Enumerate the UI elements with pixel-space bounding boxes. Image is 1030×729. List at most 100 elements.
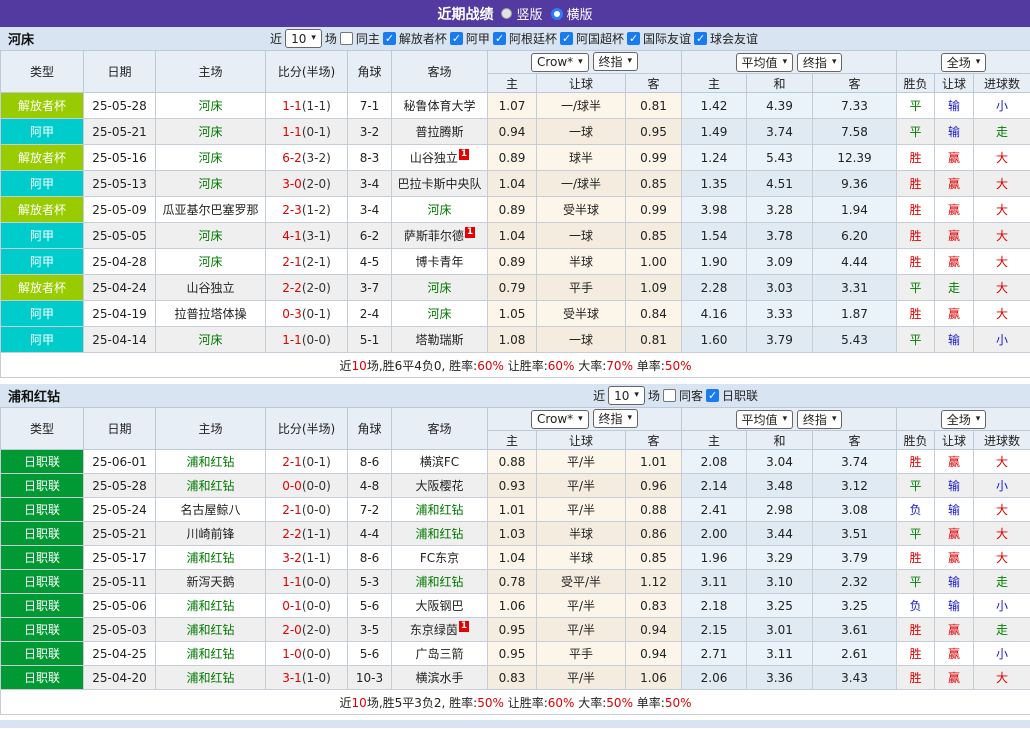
- home-team-cell[interactable]: 浦和红钻: [156, 546, 266, 570]
- league-cell[interactable]: 阿甲: [1, 171, 84, 197]
- league-cell[interactable]: 阿甲: [1, 301, 84, 327]
- home-team-cell[interactable]: 浦和红钻: [156, 618, 266, 642]
- home-team-cell[interactable]: 山谷独立: [156, 275, 266, 301]
- score-cell[interactable]: 1-1(0-0): [266, 570, 348, 594]
- score-cell[interactable]: 2-2(1-1): [266, 522, 348, 546]
- away-team-cell[interactable]: 大阪樱花: [392, 474, 488, 498]
- away-team-cell[interactable]: 萨斯菲尔德1: [392, 223, 488, 249]
- home-team-cell[interactable]: 河床: [156, 327, 266, 353]
- average-select[interactable]: 平均值▾: [736, 53, 794, 72]
- score-cell[interactable]: 0-1(0-0): [266, 594, 348, 618]
- score-cell[interactable]: 1-1(0-1): [266, 119, 348, 145]
- bookmaker-select[interactable]: Crow*▾: [531, 410, 589, 429]
- score-cell[interactable]: 3-2(1-1): [266, 546, 348, 570]
- league-cell[interactable]: 阿甲: [1, 223, 84, 249]
- period-select[interactable]: 全场▾: [941, 410, 987, 429]
- home-team-cell[interactable]: 河床: [156, 249, 266, 275]
- away-team-cell[interactable]: 浦和红钻: [392, 522, 488, 546]
- period-select[interactable]: 全场▾: [941, 53, 987, 72]
- games-count-select[interactable]: 10▾: [608, 386, 645, 405]
- away-team-cell[interactable]: 博卡青年: [392, 249, 488, 275]
- league-cell[interactable]: 解放者杯: [1, 145, 84, 171]
- radio-vertical-layout[interactable]: 竖版: [501, 4, 542, 23]
- league-cell[interactable]: 阿甲: [1, 119, 84, 145]
- away-team-cell[interactable]: 普拉腾斯: [392, 119, 488, 145]
- away-team-cell[interactable]: 广岛三箭: [392, 642, 488, 666]
- league-cell[interactable]: 日职联: [1, 642, 84, 666]
- score-cell[interactable]: 1-1(1-1): [266, 93, 348, 119]
- odds-stage-select[interactable]: 终指▾: [593, 409, 639, 428]
- score-cell[interactable]: 2-2(2-0): [266, 275, 348, 301]
- away-team-cell[interactable]: 河床: [392, 301, 488, 327]
- home-team-cell[interactable]: 浦和红钻: [156, 474, 266, 498]
- league-checkbox[interactable]: ✓: [694, 32, 707, 45]
- home-team-cell[interactable]: 浦和红钻: [156, 450, 266, 474]
- score-cell[interactable]: 2-0(2-0): [266, 618, 348, 642]
- league-cell[interactable]: 日职联: [1, 498, 84, 522]
- away-team-cell[interactable]: 山谷独立1: [392, 145, 488, 171]
- home-team-cell[interactable]: 河床: [156, 223, 266, 249]
- home-team-cell[interactable]: 川崎前锋: [156, 522, 266, 546]
- league-checkbox[interactable]: ✓: [383, 32, 396, 45]
- away-team-cell[interactable]: 秘鲁体育大学: [392, 93, 488, 119]
- radio-horizontal-layout[interactable]: 横版: [551, 4, 593, 23]
- away-team-cell[interactable]: 河床: [392, 275, 488, 301]
- league-cell[interactable]: 日职联: [1, 522, 84, 546]
- league-checkbox[interactable]: ✓: [560, 32, 573, 45]
- odds-stage-select[interactable]: 终指▾: [593, 52, 639, 71]
- score-cell[interactable]: 1-1(0-0): [266, 327, 348, 353]
- league-cell[interactable]: 日职联: [1, 570, 84, 594]
- home-team-cell[interactable]: 新泻天鹅: [156, 570, 266, 594]
- league-checkbox[interactable]: ✓: [627, 32, 640, 45]
- home-team-cell[interactable]: 河床: [156, 171, 266, 197]
- away-team-cell[interactable]: FC东京: [392, 546, 488, 570]
- odds-stage-select[interactable]: 终指▾: [797, 53, 843, 72]
- away-team-cell[interactable]: 巴拉卡斯中央队: [392, 171, 488, 197]
- score-cell[interactable]: 0-3(0-1): [266, 301, 348, 327]
- away-team-cell[interactable]: 大阪钢巴: [392, 594, 488, 618]
- score-cell[interactable]: 3-0(2-0): [266, 171, 348, 197]
- league-cell[interactable]: 解放者杯: [1, 197, 84, 223]
- home-team-cell[interactable]: 浦和红钻: [156, 594, 266, 618]
- score-cell[interactable]: 2-1(2-1): [266, 249, 348, 275]
- league-cell[interactable]: 日职联: [1, 546, 84, 570]
- league-cell[interactable]: 日职联: [1, 594, 84, 618]
- home-team-cell[interactable]: 瓜亚基尔巴塞罗那: [156, 197, 266, 223]
- league-checkbox[interactable]: ✓: [493, 32, 506, 45]
- same-venue-checkbox[interactable]: [663, 389, 676, 402]
- games-count-select[interactable]: 10▾: [285, 29, 322, 48]
- home-team-cell[interactable]: 名古屋鲸八: [156, 498, 266, 522]
- score-cell[interactable]: 0-0(0-0): [266, 474, 348, 498]
- bookmaker-select[interactable]: Crow*▾: [531, 53, 589, 72]
- league-cell[interactable]: 阿甲: [1, 327, 84, 353]
- odds-stage-select[interactable]: 终指▾: [797, 410, 843, 429]
- away-team-cell[interactable]: 横滨水手: [392, 666, 488, 690]
- league-cell[interactable]: 日职联: [1, 474, 84, 498]
- score-cell[interactable]: 1-0(0-0): [266, 642, 348, 666]
- score-cell[interactable]: 6-2(3-2): [266, 145, 348, 171]
- score-cell[interactable]: 3-1(1-0): [266, 666, 348, 690]
- home-team-cell[interactable]: 浦和红钻: [156, 666, 266, 690]
- league-cell[interactable]: 解放者杯: [1, 275, 84, 301]
- league-checkbox[interactable]: ✓: [706, 389, 719, 402]
- home-team-cell[interactable]: 河床: [156, 145, 266, 171]
- same-venue-checkbox[interactable]: [340, 32, 353, 45]
- home-team-cell[interactable]: 拉普拉塔体操: [156, 301, 266, 327]
- home-team-cell[interactable]: 河床: [156, 93, 266, 119]
- league-cell[interactable]: 日职联: [1, 618, 84, 642]
- away-team-cell[interactable]: 浦和红钻: [392, 498, 488, 522]
- home-team-cell[interactable]: 浦和红钻: [156, 642, 266, 666]
- score-cell[interactable]: 2-1(0-0): [266, 498, 348, 522]
- league-cell[interactable]: 阿甲: [1, 249, 84, 275]
- score-cell[interactable]: 2-3(1-2): [266, 197, 348, 223]
- home-team-cell[interactable]: 河床: [156, 119, 266, 145]
- league-cell[interactable]: 日职联: [1, 666, 84, 690]
- average-select[interactable]: 平均值▾: [736, 410, 794, 429]
- league-cell[interactable]: 日职联: [1, 450, 84, 474]
- league-checkbox[interactable]: ✓: [450, 32, 463, 45]
- away-team-cell[interactable]: 塔勒瑞斯: [392, 327, 488, 353]
- away-team-cell[interactable]: 东京绿茵1: [392, 618, 488, 642]
- away-team-cell[interactable]: 河床: [392, 197, 488, 223]
- league-cell[interactable]: 解放者杯: [1, 93, 84, 119]
- score-cell[interactable]: 4-1(3-1): [266, 223, 348, 249]
